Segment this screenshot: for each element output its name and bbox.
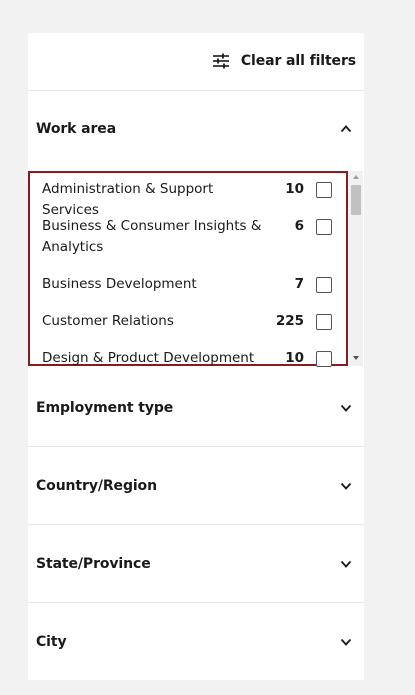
section-title: Country/Region <box>36 478 157 494</box>
chevron-down-icon <box>340 638 352 646</box>
chevron-down-icon <box>340 482 352 490</box>
option-count: 10 <box>285 350 304 366</box>
option-checkbox[interactable] <box>316 314 332 330</box>
divider <box>28 602 364 603</box>
option-label: Administration & Support Services <box>42 181 214 218</box>
option-label: Customer Relations <box>42 313 174 329</box>
section-title: City <box>36 634 67 650</box>
scroll-down-arrow-icon[interactable] <box>353 356 359 360</box>
divider <box>28 446 364 447</box>
clear-all-filters-label: Clear all filters <box>240 53 356 69</box>
option-checkbox[interactable] <box>316 351 332 367</box>
section-employment-type[interactable]: Employment type <box>28 378 364 438</box>
sliders-icon <box>212 53 229 69</box>
scroll-thumb[interactable] <box>351 185 361 215</box>
option-label: Design & Product Development <box>42 350 255 366</box>
option-count: 10 <box>285 181 304 197</box>
scroll-up-arrow-icon[interactable] <box>353 175 359 179</box>
option-count: 225 <box>275 313 304 329</box>
clear-all-filters-button[interactable]: Clear all filters <box>212 50 356 72</box>
option-label: Business & Consumer Insights & Analytics <box>42 218 262 255</box>
section-country-region[interactable]: Country/Region <box>28 456 364 516</box>
chevron-down-icon <box>340 404 352 412</box>
option-count: 6 <box>294 218 304 234</box>
work-area-options-list[interactable]: Administration & Support Services 10 Bus… <box>30 173 350 368</box>
work-area-options-highlight: Administration & Support Services 10 Bus… <box>28 171 350 368</box>
option-checkbox[interactable] <box>316 277 332 293</box>
clear-filters-row: Clear all filters <box>28 33 364 91</box>
chevron-up-icon <box>340 125 352 133</box>
section-state-province[interactable]: State/Province <box>28 534 364 594</box>
option-checkbox[interactable] <box>316 219 332 235</box>
option-checkbox[interactable] <box>316 182 332 198</box>
section-work-area[interactable]: Work area <box>28 99 364 159</box>
section-title: State/Province <box>36 556 151 572</box>
option-count: 7 <box>294 276 304 292</box>
chevron-down-icon <box>340 560 352 568</box>
section-title: Work area <box>36 121 117 137</box>
divider <box>28 524 364 525</box>
filter-panel: Clear all filters Work area Administrati… <box>28 33 364 680</box>
section-title: Employment type <box>36 400 174 416</box>
option-label: Business Development <box>42 276 197 292</box>
section-city[interactable]: City <box>28 612 364 672</box>
options-scrollbar[interactable] <box>349 171 363 366</box>
